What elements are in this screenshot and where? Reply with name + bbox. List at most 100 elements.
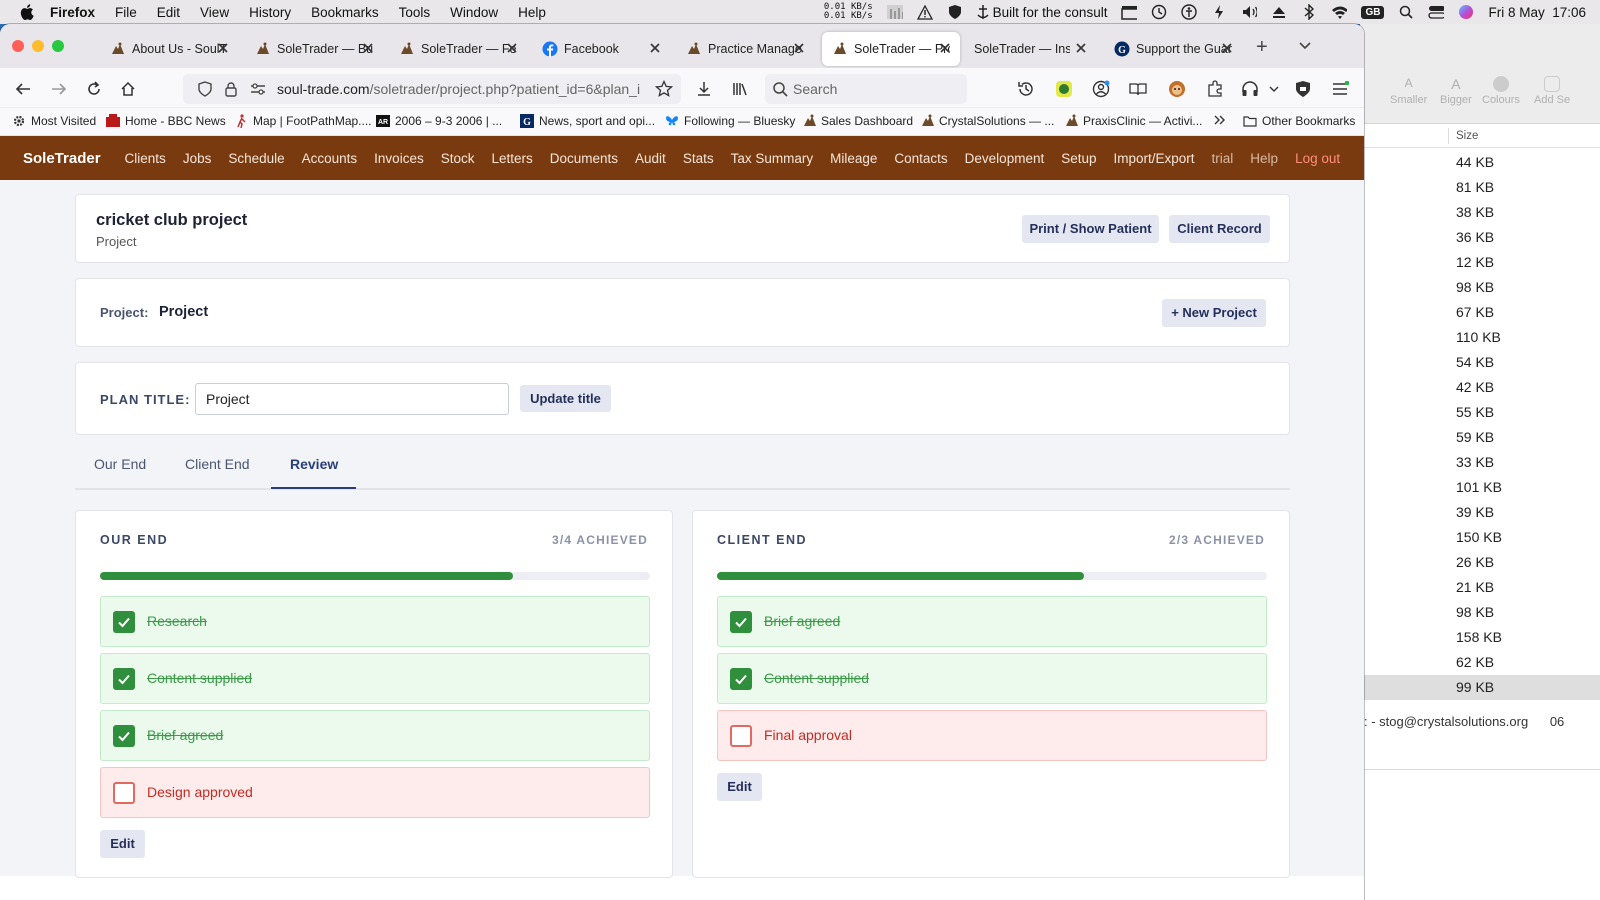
finder-size-row[interactable]: 38 KB	[1360, 200, 1600, 225]
finder-size-row[interactable]: 158 KB	[1360, 625, 1600, 650]
extensions-puzzle-icon[interactable]	[1206, 80, 1224, 98]
nav-stock[interactable]: Stock	[441, 151, 475, 166]
menu-help[interactable]: Help	[518, 5, 546, 20]
close-tab-icon[interactable]	[216, 41, 230, 55]
checkbox-checked-icon[interactable]	[113, 725, 135, 747]
nav-contacts[interactable]: Contacts	[894, 151, 947, 166]
cpu-graph-icon[interactable]	[886, 4, 903, 20]
downloads-icon[interactable]	[695, 80, 713, 98]
nav-letters[interactable]: Letters	[491, 151, 532, 166]
tab-our-end[interactable]: Our End	[94, 456, 146, 472]
nav-stats[interactable]: Stats	[683, 151, 714, 166]
reader-view-icon[interactable]	[1129, 80, 1147, 98]
finder-size-row[interactable]: 26 KB	[1360, 550, 1600, 575]
browser-tab[interactable]: SoleTrader — Installa	[958, 32, 1096, 66]
checklist-item[interactable]: Design approved	[100, 767, 650, 818]
finder-size-row[interactable]: 42 KB	[1360, 375, 1600, 400]
account-icon[interactable]	[1092, 80, 1110, 98]
library-icon[interactable]	[731, 80, 749, 98]
checkbox-checked-icon[interactable]	[113, 611, 135, 633]
finder-colours-button[interactable]: Colours	[1482, 76, 1520, 106]
bookmark-item[interactable]: AR 2006 – 9-3 2006 | ...	[376, 114, 502, 128]
reload-icon[interactable]	[85, 80, 103, 98]
back-arrow-icon[interactable]	[14, 80, 32, 98]
close-tab-icon[interactable]	[505, 41, 519, 55]
finder-size-row[interactable]: 110 KB	[1360, 325, 1600, 350]
edit-button[interactable]: Edit	[100, 830, 145, 858]
bookmark-item[interactable]: Home - BBC News	[106, 114, 226, 128]
finder-size-row[interactable]: 36 KB	[1360, 225, 1600, 250]
new-project-button[interactable]: + New Project	[1162, 299, 1266, 327]
site-permissions-icon[interactable]	[249, 80, 267, 98]
tab-active[interactable]: SoleTrader — Pro	[822, 32, 960, 66]
nav-jobs[interactable]: Jobs	[183, 151, 212, 166]
close-tab-icon[interactable]	[361, 41, 375, 55]
finder-size-row[interactable]: 101 KB	[1360, 475, 1600, 500]
status-text[interactable]: Built for the consult	[977, 4, 1107, 20]
nav-tax-summary[interactable]: Tax Summary	[731, 151, 814, 166]
finder-size-row[interactable]: 44 KB	[1360, 150, 1600, 175]
menu-tools[interactable]: Tools	[399, 5, 431, 20]
privacy-badger-icon[interactable]	[1294, 80, 1312, 98]
clapperboard-icon[interactable]	[1121, 4, 1138, 20]
tab-review[interactable]: Review	[290, 456, 338, 472]
siri-icon[interactable]	[1458, 4, 1474, 20]
nav-help[interactable]: Help	[1250, 151, 1278, 166]
menu-window[interactable]: Window	[450, 5, 498, 20]
menu-hamburger-icon[interactable]	[1331, 80, 1349, 98]
finder-size-row[interactable]: 21 KB	[1360, 575, 1600, 600]
network-speed[interactable]: 0.01 KB/s 0.01 KB/s	[824, 3, 873, 21]
wifi-icon[interactable]	[1331, 4, 1348, 20]
monkey-extension-icon[interactable]	[1168, 80, 1186, 98]
menu-bookmarks[interactable]: Bookmarks	[311, 5, 379, 20]
nav-clients[interactable]: Clients	[125, 151, 166, 166]
bookmark-item[interactable]: CrystalSolutions — ...	[920, 114, 1054, 128]
checkbox-checked-icon[interactable]	[113, 668, 135, 690]
finder-size-row[interactable]: 98 KB	[1360, 600, 1600, 625]
list-all-tabs-chevron-icon[interactable]	[1298, 38, 1314, 54]
history-icon[interactable]	[1017, 80, 1035, 98]
forward-arrow-icon[interactable]	[50, 80, 68, 98]
plan-title-input[interactable]	[195, 383, 509, 415]
search-box[interactable]: Search	[765, 74, 967, 104]
bookmark-item[interactable]: Most Visited	[12, 114, 96, 128]
finder-size-row[interactable]: 150 KB	[1360, 525, 1600, 550]
url-text[interactable]: soul-trade.com/soletrader/project.php?pa…	[277, 81, 649, 97]
close-tab-icon[interactable]	[1220, 41, 1234, 55]
browser-tab[interactable]: SoleTrader — Fe	[389, 32, 527, 66]
minimize-window-button[interactable]	[32, 40, 44, 52]
menu-history[interactable]: History	[249, 5, 291, 20]
checklist-item[interactable]: Content supplied	[100, 653, 650, 704]
new-tab-button[interactable]: +	[1256, 37, 1268, 57]
close-tab-icon[interactable]	[1074, 41, 1088, 55]
apple-icon[interactable]	[18, 0, 36, 24]
checklist-item[interactable]: Final approval	[717, 710, 1267, 761]
bookmark-item[interactable]: PraxisClinic — Activi...	[1064, 114, 1202, 128]
chevron-down-icon[interactable]	[1265, 80, 1283, 98]
bookmark-star-icon[interactable]	[655, 80, 673, 98]
checkbox-checked-icon[interactable]	[730, 611, 752, 633]
extension-green-icon[interactable]	[1055, 80, 1073, 98]
checklist-item[interactable]: Research	[100, 596, 650, 647]
finder-size-row[interactable]: 62 KB	[1360, 650, 1600, 675]
nav-accounts[interactable]: Accounts	[302, 151, 358, 166]
close-tab-icon[interactable]	[648, 41, 662, 55]
home-icon[interactable]	[119, 80, 137, 98]
bookmark-item[interactable]: Sales Dashboard	[802, 114, 913, 128]
finder-size-row[interactable]: 81 KB	[1360, 175, 1600, 200]
menu-edit[interactable]: Edit	[157, 5, 180, 20]
update-title-button[interactable]: Update title	[520, 385, 611, 412]
checklist-item[interactable]: Brief agreed	[717, 596, 1267, 647]
nav-audit[interactable]: Audit	[635, 151, 666, 166]
finder-bigger-button[interactable]: A Bigger	[1440, 76, 1472, 106]
menu-file[interactable]: File	[115, 5, 137, 20]
close-window-button[interactable]	[12, 40, 24, 52]
shield-icon[interactable]	[947, 4, 963, 20]
clock-datetime[interactable]: Fri 8 May 17:06	[1488, 5, 1586, 20]
eject-icon[interactable]	[1271, 4, 1287, 20]
finder-smaller-button[interactable]: A Smaller	[1390, 76, 1427, 106]
input-source[interactable]: GB	[1361, 5, 1385, 19]
warning-icon[interactable]	[916, 4, 933, 20]
menu-app-name[interactable]: Firefox	[50, 5, 95, 20]
other-bookmarks[interactable]: Other Bookmarks	[1243, 114, 1355, 128]
